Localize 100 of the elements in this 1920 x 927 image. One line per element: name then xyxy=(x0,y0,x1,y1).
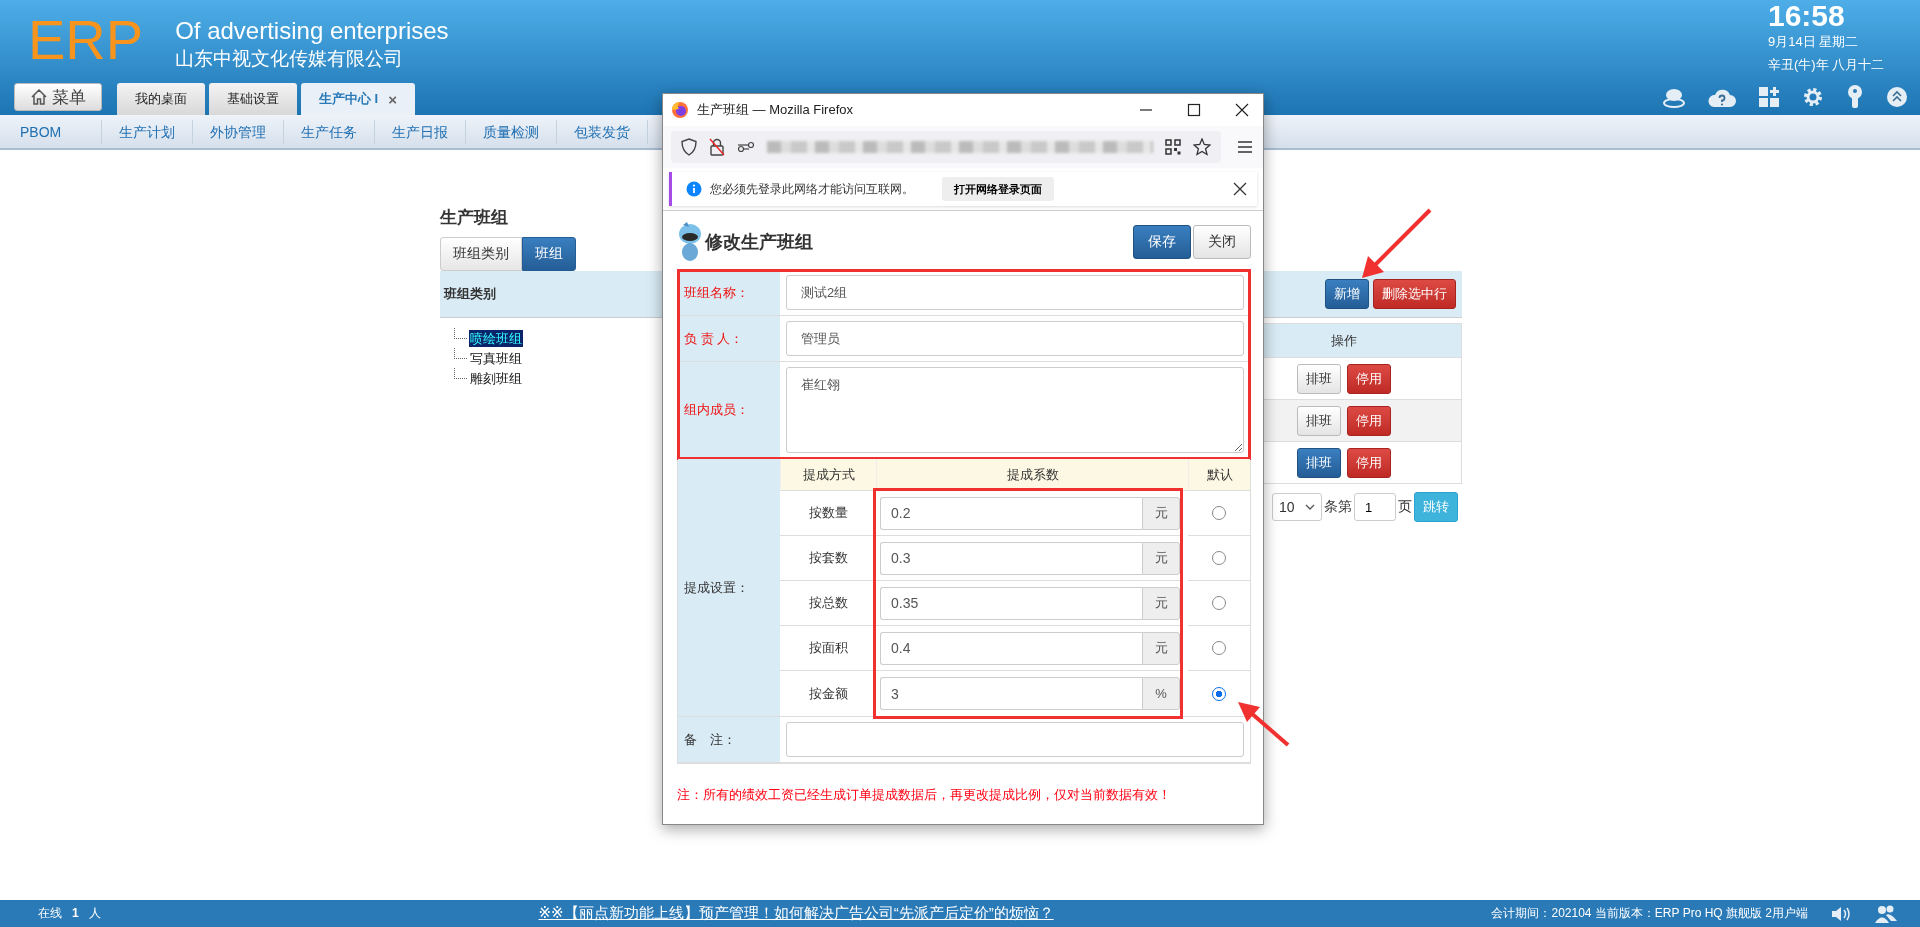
coefficient-field[interactable]: 3 xyxy=(880,677,1142,710)
login-page-button[interactable]: 打开网络登录页面 xyxy=(942,177,1054,201)
disable-button[interactable]: 停用 xyxy=(1347,363,1391,394)
method-label: 按面积 xyxy=(808,639,848,657)
pager-label: 页 xyxy=(1398,498,1412,516)
method-label: 按总数 xyxy=(808,594,848,612)
column-header: 操作 xyxy=(1331,331,1357,350)
notice-text: 您必须先登录此网络才能访问互联网。 xyxy=(710,180,914,198)
column-header: 默认 xyxy=(1188,459,1250,491)
tree-item[interactable]: 写真班组 xyxy=(469,349,523,367)
settings-icon[interactable] xyxy=(1802,86,1824,108)
submenu-item[interactable]: 包装发货 xyxy=(557,119,649,144)
tree-item[interactable]: 雕刻班组 xyxy=(469,369,523,387)
lunar-date: 辛丑(牛)年 八月十二 xyxy=(1768,56,1886,74)
mascot-icon xyxy=(677,222,703,262)
chevron-down-icon xyxy=(1305,504,1315,510)
speaker-icon[interactable] xyxy=(1830,904,1852,923)
home-icon xyxy=(30,88,48,106)
disable-button[interactable]: 停用 xyxy=(1347,405,1391,436)
add-button[interactable]: 新增 xyxy=(1325,279,1369,309)
submenu-item[interactable]: 质量检测 xyxy=(466,119,558,144)
key-icon[interactable] xyxy=(1846,85,1864,109)
method-label: 按金额 xyxy=(808,684,848,703)
schedule-button[interactable]: 排班 xyxy=(1297,363,1341,394)
clock-time: 16:58 xyxy=(1768,0,1846,32)
unit-label: 元 xyxy=(1142,496,1180,530)
page-tab[interactable]: 班组类别 xyxy=(440,237,522,271)
online-count: 在线 1 人 xyxy=(38,905,101,922)
warning-text: 注：所有的绩效工资已经生成订单提成数据后，再更改提成比例，仅对当前数据有效！ xyxy=(677,786,1172,804)
page-input[interactable]: 1 xyxy=(1354,493,1396,521)
annotation-arrow xyxy=(1362,208,1432,278)
coefficient-field[interactable]: 0.2 xyxy=(880,496,1142,530)
submenu-item[interactable]: 生产任务 xyxy=(284,119,376,144)
pager-label: 条第 xyxy=(1324,498,1352,516)
address-bar[interactable] xyxy=(671,131,1221,163)
disable-button[interactable]: 停用 xyxy=(1347,447,1391,478)
app-subtitle: Of advertising enterprises xyxy=(175,16,449,46)
nav-tab[interactable]: 我的桌面 xyxy=(117,83,205,115)
unit-label: % xyxy=(1142,677,1180,710)
annotation-arrow xyxy=(1238,702,1290,747)
close-icon[interactable]: × xyxy=(388,90,397,108)
menu-icon[interactable] xyxy=(1237,140,1253,154)
field-label: 提成设置： xyxy=(684,578,749,597)
close-icon[interactable] xyxy=(1233,182,1247,196)
field-label: 班组名称： xyxy=(684,283,749,302)
collapse-icon[interactable] xyxy=(1886,86,1908,108)
coefficient-field[interactable]: 0.35 xyxy=(880,586,1142,620)
news-link[interactable]: ※※【丽点新功能上线】预产管理！如何解决广告公司“先派产后定价”的烦恼？ xyxy=(538,904,1054,923)
schedule-button[interactable]: 排班 xyxy=(1297,447,1341,478)
page-size-select[interactable]: 10 xyxy=(1272,493,1322,521)
menu-button[interactable]: 菜单 xyxy=(14,83,102,111)
field-label: 组内成员： xyxy=(684,401,749,419)
window-title: 生产班组 — Mozilla Firefox xyxy=(697,101,854,119)
dialog-title: 修改生产班组 xyxy=(705,231,813,254)
nav-tab[interactable]: 生产中心 I × xyxy=(301,83,415,115)
permissions-icon xyxy=(737,141,755,153)
close-icon[interactable] xyxy=(1235,103,1249,117)
info-icon xyxy=(686,181,702,197)
submenu-item[interactable]: PBOM xyxy=(0,119,103,144)
column-header: 提成系数 xyxy=(876,459,1188,491)
text-field[interactable]: 测试2组 xyxy=(786,275,1244,310)
nav-tab[interactable]: 基础设置 xyxy=(209,83,297,115)
column-heading: 班组类别 xyxy=(444,285,496,303)
users-icon[interactable] xyxy=(1874,903,1898,924)
coefficient-field[interactable]: 0.3 xyxy=(880,541,1142,575)
field-label: 备 注： xyxy=(684,730,736,749)
tree-item[interactable]: 喷绘班组 xyxy=(469,329,523,347)
page-title: 生产班组 xyxy=(440,207,509,229)
logo: ERP xyxy=(28,12,144,68)
clock-date: 9月14日 星期二 xyxy=(1768,33,1860,51)
chat-icon[interactable] xyxy=(1662,86,1686,108)
submenu-item[interactable]: 生产日报 xyxy=(375,119,467,144)
field-label: 负 责 人： xyxy=(684,329,744,348)
lock-icon xyxy=(709,138,725,156)
column-header: 提成方式 xyxy=(780,459,876,491)
method-label: 按套数 xyxy=(808,549,848,567)
unit-label: 元 xyxy=(1142,586,1180,620)
schedule-button[interactable]: 排班 xyxy=(1297,405,1341,436)
remark-field[interactable] xyxy=(786,722,1244,757)
unit-label: 元 xyxy=(1142,631,1180,665)
star-icon[interactable] xyxy=(1193,138,1211,156)
submenu-item[interactable]: 外协管理 xyxy=(193,119,285,144)
qr-code-icon xyxy=(1165,139,1181,155)
unit-label: 元 xyxy=(1142,541,1180,575)
company-name: 山东中视文化传媒有限公司 xyxy=(175,47,405,71)
submenu-item[interactable]: 生产计划 xyxy=(102,119,194,144)
close-button[interactable]: 关闭 xyxy=(1193,225,1251,259)
version-info: 会计期间：202104 当前版本：ERP Pro HQ 旗舰版 2用户端 xyxy=(1491,905,1808,922)
save-button[interactable]: 保存 xyxy=(1133,225,1191,259)
method-label: 按数量 xyxy=(808,504,848,522)
maximize-icon[interactable] xyxy=(1187,103,1201,117)
browser-logo-icon xyxy=(671,101,689,119)
add-widget-icon[interactable] xyxy=(1758,86,1780,108)
default-radio[interactable] xyxy=(1212,686,1226,701)
members-field[interactable]: 崔红翎 xyxy=(786,367,1244,453)
delete-button[interactable]: 删除选中行 xyxy=(1373,279,1456,309)
page-tab[interactable]: 班组 xyxy=(522,237,576,271)
text-field[interactable]: 管理员 xyxy=(786,321,1244,356)
shield-icon xyxy=(681,138,697,156)
coefficient-field[interactable]: 0.4 xyxy=(880,631,1142,665)
